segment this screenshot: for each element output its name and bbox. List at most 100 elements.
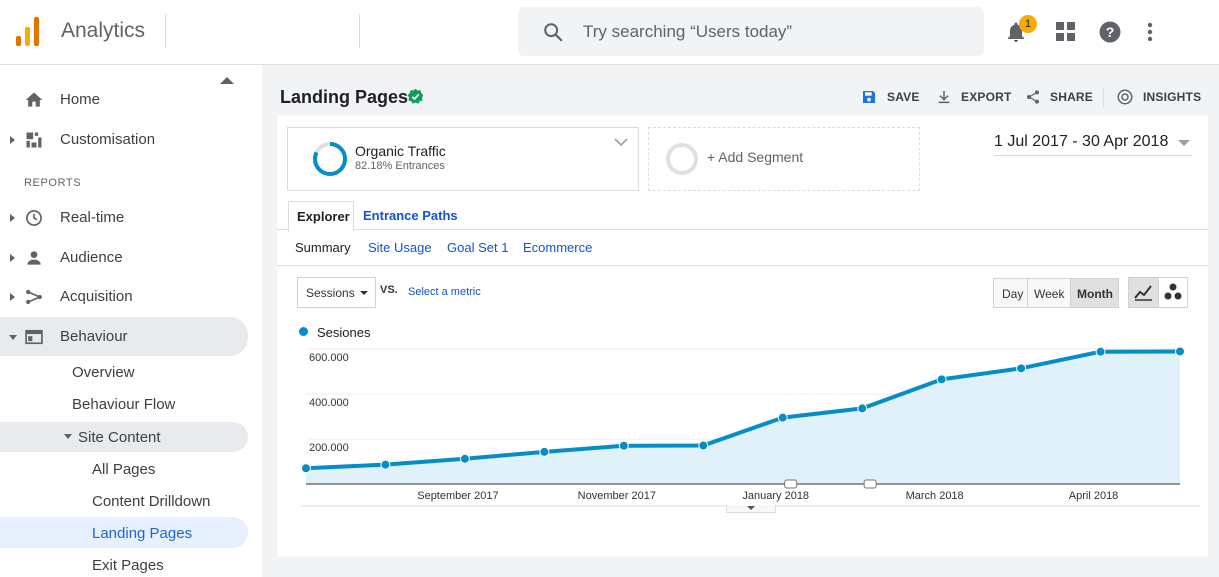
page-title: Landing Pages — [280, 87, 409, 107]
subtab-goal-set-1[interactable]: Goal Set 1 — [447, 240, 508, 255]
x-tick-label: April 2018 — [1069, 490, 1119, 502]
more-vert-icon[interactable] — [1147, 22, 1153, 42]
search-bar[interactable]: Try searching “Users today” — [518, 7, 984, 56]
segment-name: Organic Traffic — [355, 143, 446, 159]
dashboard-icon — [26, 132, 42, 148]
sidebar-item-label: Customisation — [60, 131, 156, 148]
caret-down-icon — [9, 335, 17, 340]
svg-text:?: ? — [1106, 24, 1115, 40]
logo-bar — [25, 27, 30, 46]
search-input[interactable]: Try searching “Users today” — [583, 22, 792, 42]
chart-resize-handle[interactable] — [726, 505, 776, 513]
data-point — [1016, 363, 1027, 374]
sidebar-item-site-content[interactable]: Site Content — [0, 421, 248, 453]
sidebar-item-overview[interactable]: Overview — [0, 356, 248, 388]
metric-select-value: Sessions — [306, 286, 355, 300]
tab-explorer[interactable]: Explorer — [288, 201, 354, 232]
save-icon[interactable] — [861, 89, 877, 105]
annotation-marker — [784, 479, 798, 489]
sidebar-item-customisation[interactable]: Customisation — [0, 122, 248, 158]
y-tick-label: 200.000 — [309, 442, 349, 454]
caret-right-icon — [10, 136, 15, 144]
sidebar-item-audience[interactable]: Audience — [0, 240, 248, 276]
home-icon — [25, 92, 43, 107]
x-tick-label: March 2018 — [906, 490, 964, 502]
x-tick-label: September 2017 — [417, 490, 498, 502]
subtab-bar-line — [277, 265, 1208, 266]
apps-grid-icon[interactable] — [1056, 22, 1075, 41]
insights-icon[interactable] — [1116, 88, 1134, 106]
divider — [165, 14, 166, 48]
sessions-chart: 200.000 400.000 600.000 September 2017 Novem… — [300, 346, 1200, 507]
subtab-site-usage[interactable]: Site Usage — [368, 240, 432, 255]
insights-button[interactable]: INSIGHTS — [1143, 90, 1201, 104]
sidebar-item-acquisition[interactable]: Acquisition — [0, 279, 248, 315]
sidebar-item-label: Exit Pages — [92, 557, 164, 574]
sidebar-item-label: All Pages — [92, 461, 156, 478]
vs-label: VS. — [380, 284, 398, 296]
date-range-selector[interactable]: 1 Jul 2017 - 30 Apr 2018 — [994, 133, 1192, 156]
data-point — [1095, 346, 1106, 357]
data-point — [1175, 346, 1185, 357]
metric-select[interactable]: Sessions — [297, 277, 376, 308]
save-button[interactable]: SAVE — [887, 90, 920, 104]
sidebar-item-exit-pages[interactable]: Exit Pages — [0, 549, 248, 577]
segment-organic-traffic[interactable]: Organic Traffic 82.18% Entrances — [287, 127, 639, 191]
export-button[interactable]: EXPORT — [961, 90, 1012, 104]
add-segment-label: + Add Segment — [707, 149, 804, 165]
legend-dot — [299, 327, 308, 336]
segment-detail: 82.18% Entrances — [355, 160, 445, 172]
data-point — [618, 440, 629, 451]
add-segment-button[interactable]: + Add Segment — [648, 127, 920, 191]
sidebar-item-home[interactable]: Home — [0, 82, 248, 118]
download-icon[interactable] — [936, 89, 952, 105]
sidebar-item-all-pages[interactable]: All Pages — [0, 453, 248, 485]
caret-right-icon — [10, 214, 15, 222]
data-point — [539, 446, 550, 457]
subtab-summary[interactable]: Summary — [295, 240, 351, 255]
button-label: Month — [1077, 287, 1113, 301]
behaviour-icon — [25, 329, 43, 345]
logo-bar — [34, 17, 39, 46]
sidebar-item-label: Real-time — [60, 209, 125, 226]
x-tick-label: November 2017 — [578, 490, 656, 502]
logo-bar — [16, 36, 21, 46]
help-icon[interactable]: ? — [1099, 21, 1121, 43]
sidebar-item-behaviour[interactable]: Behaviour — [0, 319, 248, 355]
top-bar: Analytics Try searching “Users today” 1 … — [0, 0, 1219, 65]
sidebar-item-label: Home — [60, 91, 101, 108]
sidebar-item-behaviour-flow[interactable]: Behaviour Flow — [0, 388, 248, 420]
data-point — [777, 412, 788, 423]
granularity-day-button[interactable]: Day — [993, 278, 1028, 308]
divider — [1103, 87, 1104, 107]
motion-chart-view-button[interactable] — [1158, 277, 1188, 308]
clock-icon — [26, 210, 42, 226]
sidebar-item-content-drilldown[interactable]: Content Drilldown — [0, 485, 248, 517]
line-chart-view-button[interactable] — [1128, 277, 1159, 308]
sidebar-item-label: Audience — [60, 249, 123, 266]
share-icon[interactable] — [1025, 89, 1041, 105]
data-point — [301, 463, 311, 474]
caret-right-icon — [10, 293, 15, 301]
data-point — [857, 403, 868, 414]
sidebar-item-label: Behaviour — [60, 328, 128, 345]
data-point — [698, 440, 709, 451]
button-label: Week — [1034, 287, 1065, 301]
sidebar-item-landing-pages[interactable]: Landing Pages — [0, 517, 248, 549]
date-range-label: 1 Jul 2017 - 30 Apr 2018 — [994, 133, 1169, 150]
app-title: Analytics — [61, 19, 146, 42]
sidebar-item-real-time[interactable]: Real-time — [0, 200, 248, 236]
caret-down-icon — [64, 434, 72, 439]
granularity-week-button[interactable]: Week — [1027, 278, 1071, 308]
data-point — [936, 374, 947, 385]
analytics-logo-icon[interactable] — [14, 16, 44, 46]
tab-entrance-paths[interactable]: Entrance Paths — [363, 208, 458, 223]
granularity-month-button[interactable]: Month — [1070, 278, 1119, 308]
share-button[interactable]: SHARE — [1050, 90, 1093, 104]
subtab-ecommerce[interactable]: Ecommerce — [523, 240, 592, 255]
chevron-down-icon[interactable] — [614, 138, 628, 147]
bubble-chart-icon — [1164, 283, 1182, 300]
line-chart-icon — [1134, 285, 1152, 301]
caret-right-icon — [10, 254, 15, 262]
select-metric-link[interactable]: Select a metric — [408, 286, 481, 298]
